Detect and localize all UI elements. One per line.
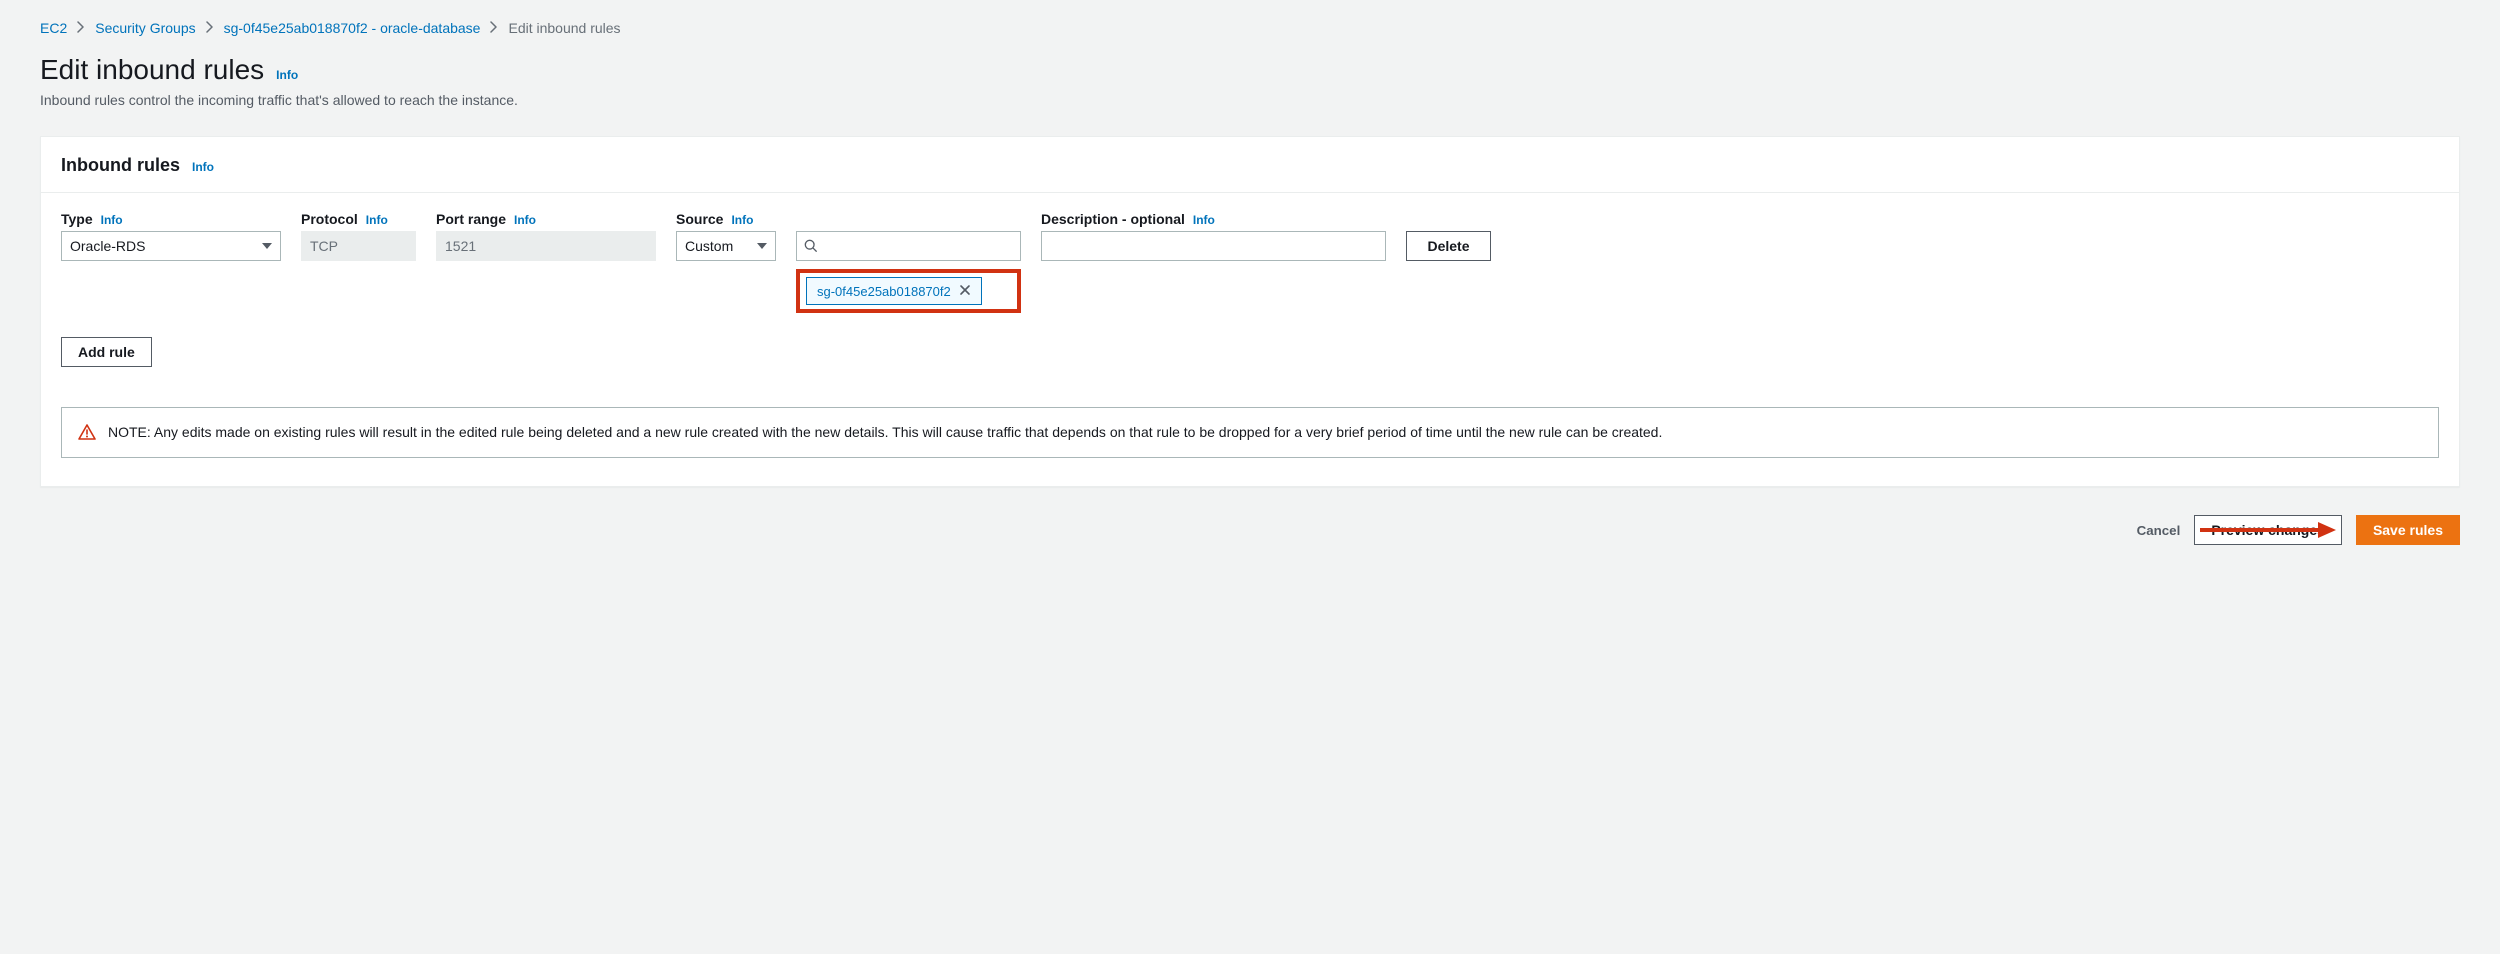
col-info-type[interactable]: Info (101, 213, 123, 227)
page-title: Edit inbound rules (40, 54, 264, 86)
description-input[interactable] (1041, 231, 1386, 261)
page-description: Inbound rules control the incoming traff… (40, 92, 2460, 108)
cancel-button[interactable]: Cancel (2137, 523, 2181, 538)
footer-actions: Cancel Preview changes Save rules (40, 515, 2460, 545)
breadcrumb-sg[interactable]: sg-0f45e25ab018870f2 - oracle-database (224, 20, 481, 36)
type-select-value: Oracle-RDS (70, 238, 145, 254)
breadcrumb-current: Edit inbound rules (508, 20, 620, 36)
panel-title: Inbound rules (61, 155, 180, 176)
chevron-right-icon (77, 20, 85, 36)
source-search-input[interactable] (796, 231, 1021, 261)
col-label-type: Type (61, 211, 93, 227)
col-info-protocol[interactable]: Info (366, 213, 388, 227)
add-rule-button[interactable]: Add rule (61, 337, 152, 367)
port-range-field: 1521 (436, 231, 656, 261)
col-info-description[interactable]: Info (1193, 213, 1215, 227)
protocol-value: TCP (310, 238, 338, 254)
chevron-right-icon (490, 20, 498, 36)
breadcrumb-ec2[interactable]: EC2 (40, 20, 67, 36)
type-select[interactable]: Oracle-RDS (61, 231, 281, 261)
source-mode-value: Custom (685, 238, 733, 254)
col-label-source: Source (676, 211, 723, 227)
page-title-info-link[interactable]: Info (276, 68, 298, 82)
source-mode-select[interactable]: Custom (676, 231, 776, 261)
arrow-annotation (2200, 520, 2336, 540)
col-info-source[interactable]: Info (731, 213, 753, 227)
delete-button[interactable]: Delete (1406, 231, 1491, 261)
col-label-description: Description - optional (1041, 211, 1185, 227)
protocol-field: TCP (301, 231, 416, 261)
warning-text: NOTE: Any edits made on existing rules w… (108, 422, 1662, 443)
chevron-down-icon (757, 243, 767, 249)
close-icon[interactable] (959, 283, 971, 299)
panel-info-link[interactable]: Info (192, 160, 214, 174)
breadcrumb-security-groups[interactable]: Security Groups (95, 20, 195, 36)
col-info-port-range[interactable]: Info (514, 213, 536, 227)
chevron-right-icon (206, 20, 214, 36)
port-range-value: 1521 (445, 238, 476, 254)
save-rules-button[interactable]: Save rules (2356, 515, 2460, 545)
chevron-down-icon (262, 243, 272, 249)
search-icon (804, 239, 818, 253)
source-chip-label: sg-0f45e25ab018870f2 (817, 284, 951, 299)
col-label-port-range: Port range (436, 211, 506, 227)
col-label-protocol: Protocol (301, 211, 358, 227)
warning-icon (78, 424, 96, 443)
warning-note: NOTE: Any edits made on existing rules w… (61, 407, 2439, 458)
source-chip-highlight: sg-0f45e25ab018870f2 (796, 269, 1021, 313)
source-chip[interactable]: sg-0f45e25ab018870f2 (806, 277, 982, 305)
breadcrumb: EC2 Security Groups sg-0f45e25ab018870f2… (40, 20, 2460, 36)
inbound-rules-panel: Inbound rules Info Type Info Oracle-RDS … (40, 136, 2460, 487)
